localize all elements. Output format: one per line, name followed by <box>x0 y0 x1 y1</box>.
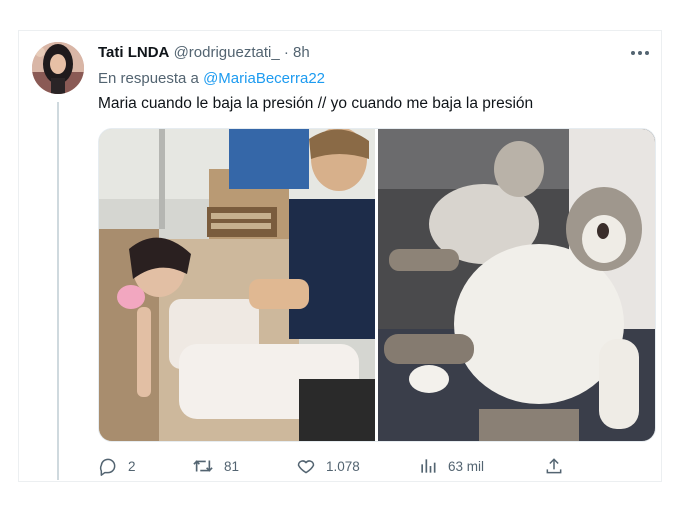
tweet-header: Tati LNDA @rodrigueztati_ · 8h <box>98 44 310 61</box>
thread-line <box>57 102 59 480</box>
avatar[interactable] <box>32 42 84 94</box>
like-count: 1.078 <box>326 458 360 474</box>
views-count: 63 mil <box>448 458 485 474</box>
reply-context: En respuesta a @MariaBecerra22 <box>98 70 325 87</box>
reply-icon[interactable] <box>98 456 118 476</box>
photo-woman-lying-down[interactable] <box>99 129 375 441</box>
share-action[interactable] <box>544 456 564 476</box>
like-action[interactable]: 1.078 <box>296 456 360 476</box>
share-icon[interactable] <box>544 456 564 476</box>
views-action[interactable]: 63 mil <box>418 456 484 476</box>
retweet-action[interactable]: 81 <box>192 456 239 476</box>
tweet-time[interactable]: 8h <box>293 44 310 61</box>
author-handle[interactable]: @rodrigueztati_ <box>174 44 280 61</box>
author-name[interactable]: Tati LNDA <box>98 44 169 61</box>
separator-dot: · <box>283 44 289 61</box>
more-dots-icon[interactable] <box>628 44 652 62</box>
reply-action[interactable]: 2 <box>98 456 136 476</box>
reply-count: 2 <box>128 458 136 474</box>
reply-prefix: En respuesta a <box>98 70 199 87</box>
heart-icon[interactable] <box>296 456 316 476</box>
tweet-text: Maria cuando le baja la presión // yo cu… <box>98 95 534 112</box>
media-grid[interactable] <box>98 128 656 442</box>
photo-cat-on-back[interactable] <box>378 129 655 441</box>
retweet-icon[interactable] <box>192 456 214 476</box>
views-chart-icon[interactable] <box>418 456 438 476</box>
reply-mention-link[interactable]: @MariaBecerra22 <box>203 70 325 87</box>
retweet-count: 81 <box>224 458 240 474</box>
